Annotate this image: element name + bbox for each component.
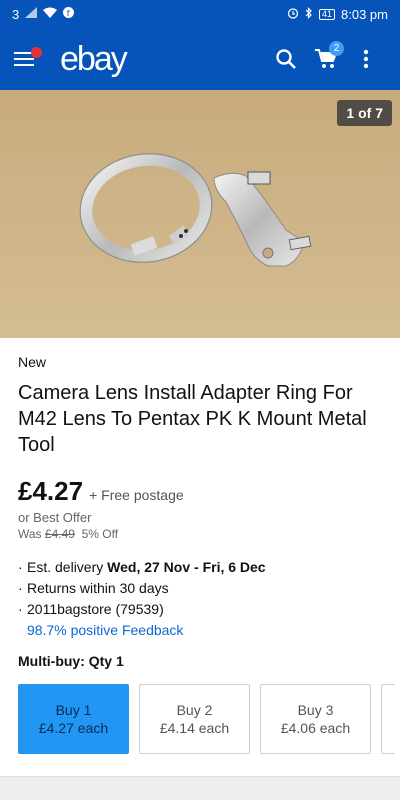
app-bar: ebay 2 — [0, 28, 400, 90]
signal-icon — [25, 7, 38, 21]
delivery-dates: Wed, 27 Nov - Fri, 6 Dec — [107, 559, 266, 575]
more-vertical-icon — [363, 49, 369, 69]
multibuy-option-2[interactable]: Buy 2 £4.14 each — [139, 684, 250, 754]
returns-info: · Returns within 30 days — [18, 578, 382, 599]
ebay-logo[interactable]: ebay — [60, 40, 128, 79]
status-bar: 3 f 41 8:03 pm — [0, 0, 400, 28]
seller-feedback-link[interactable]: 98.7% positive Feedback — [27, 620, 382, 641]
multibuy-option-3[interactable]: Buy 3 £4.06 each — [260, 684, 371, 754]
search-icon — [276, 49, 296, 69]
multibuy-qty: Buy 3 — [297, 702, 334, 718]
cart-count-badge: 2 — [329, 41, 344, 56]
was-price: £4.49 — [44, 527, 75, 541]
menu-button[interactable] — [14, 46, 42, 72]
battery-icon: 41 — [319, 8, 336, 20]
multibuy-price: £4.27 each — [38, 720, 109, 736]
notification-dot — [31, 47, 42, 58]
product-photo — [0, 90, 400, 338]
listing-bullets: · Est. delivery Wed, 27 Nov - Fri, 6 Dec… — [18, 557, 382, 641]
wifi-icon — [43, 7, 58, 21]
multibuy-option-1[interactable]: Buy 1 £4.27 each — [18, 684, 129, 754]
cart-button[interactable]: 2 — [306, 39, 346, 79]
photo-counter: 1 of 7 — [337, 100, 392, 126]
overflow-menu-button[interactable] — [346, 39, 386, 79]
multibuy-option-more[interactable] — [381, 684, 395, 754]
svg-text:f: f — [67, 9, 70, 18]
multibuy-label: Multi-buy: Qty 1 — [18, 653, 124, 669]
alarm-icon — [287, 7, 299, 22]
status-time: 8:03 pm — [341, 6, 388, 22]
delivery-info: · Est. delivery Wed, 27 Nov - Fri, 6 Dec — [18, 559, 266, 575]
returns-text: Returns within 30 days — [27, 580, 169, 596]
listing-details: New Camera Lens Install Adapter Ring For… — [0, 338, 400, 669]
price-row: £4.27 + Free postage — [18, 476, 382, 507]
multibuy-price: £4.14 each — [159, 720, 230, 736]
multibuy-options: Buy 1 £4.27 each Buy 2 £4.14 each Buy 3 … — [0, 684, 400, 754]
was-price-row: Was £4.49 5% Off — [18, 527, 382, 541]
carrier-label: 3 — [12, 6, 20, 22]
multibuy-price: £4.06 each — [280, 720, 351, 736]
multibuy-qty: Buy 2 — [176, 702, 213, 718]
search-button[interactable] — [266, 39, 306, 79]
bluetooth-icon — [305, 6, 313, 22]
seller-info[interactable]: · 2011bagstore (79539) — [18, 599, 382, 620]
bottom-section-divider — [0, 776, 400, 800]
postage-info: + Free postage — [89, 487, 184, 503]
item-condition: New — [18, 354, 47, 370]
discount-label: 5% Off — [81, 527, 119, 541]
seller-name[interactable]: 2011bagstore (79539) — [27, 599, 164, 620]
item-title: Camera Lens Install Adapter Ring For M42… — [18, 382, 367, 456]
multibuy-qty: Buy 1 — [55, 702, 92, 718]
delivery-prefix: Est. delivery — [27, 559, 104, 575]
item-price: £4.27 — [18, 476, 84, 506]
was-label: Was — [18, 527, 42, 541]
best-offer-label: or Best Offer — [18, 510, 92, 525]
facebook-icon: f — [63, 7, 75, 21]
product-image[interactable]: 1 of 7 — [0, 90, 400, 338]
